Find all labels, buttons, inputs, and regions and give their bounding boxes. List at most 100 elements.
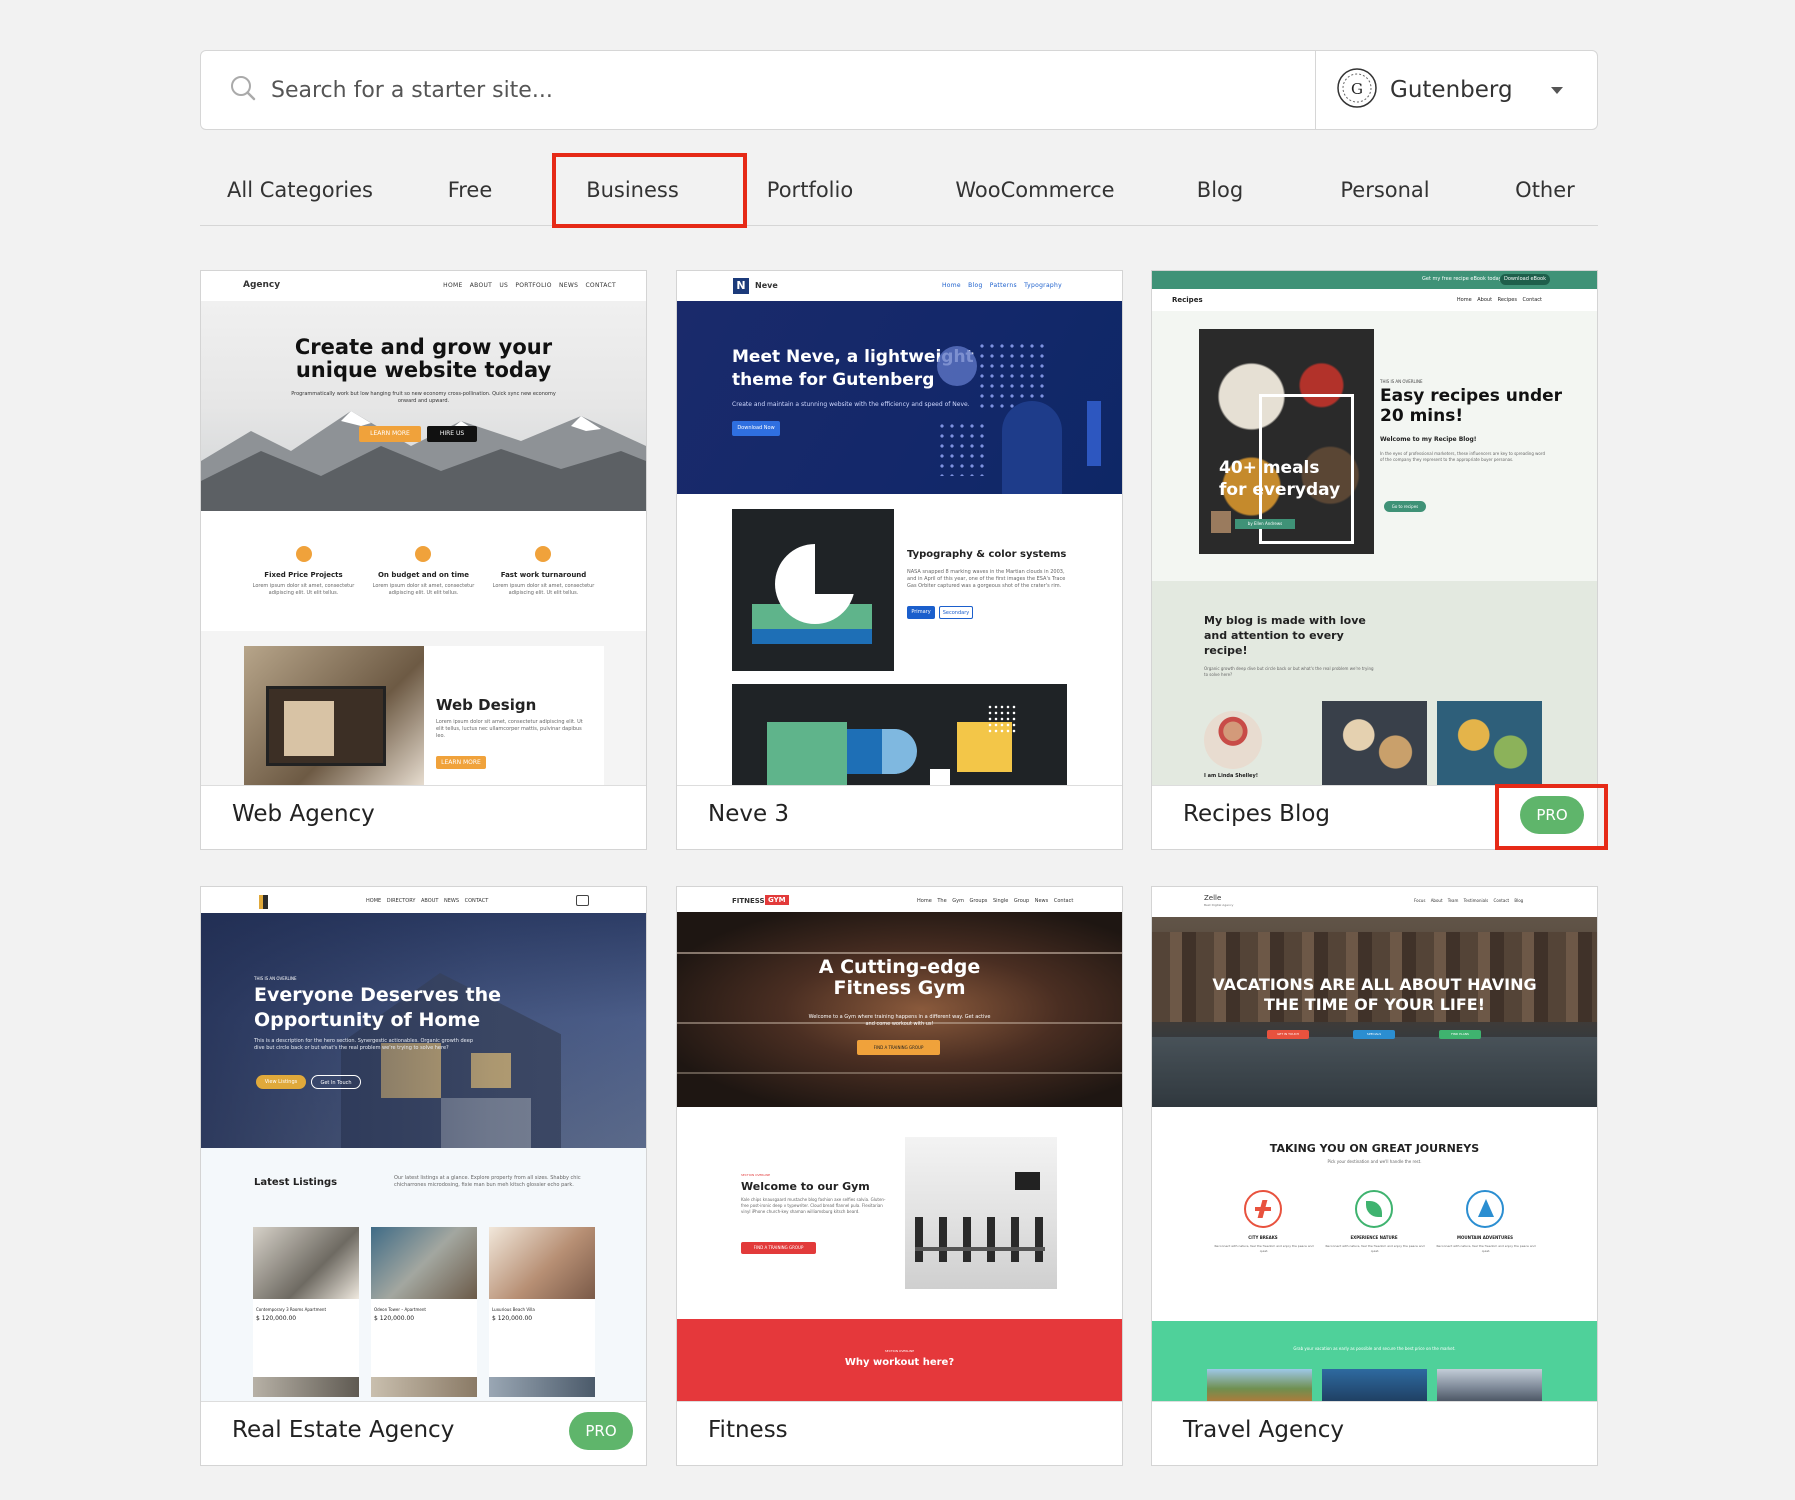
listing-name: Odeon Tower – Apartment	[374, 1307, 426, 1312]
feature-title: Fast work turnaround	[500, 571, 587, 579]
section-title: My blog is made with love and attention …	[1204, 614, 1366, 657]
chevron-down-icon	[1551, 87, 1563, 94]
topbar-text: Get my free recipe eBook today!	[1422, 276, 1504, 282]
section-title: Welcome to our Gym	[741, 1180, 870, 1193]
workout-band: SECTION OVERLINE Why workout here?	[677, 1319, 1122, 1401]
feature-text: Lorem ipsum dolor sit amet, consectetur …	[492, 583, 595, 596]
card-preview: Agency HOME ABOUT US PORTFOLIO NEWS CONT…	[201, 271, 646, 786]
plane-icon	[1244, 1190, 1282, 1228]
card-title: Web Agency	[232, 801, 375, 827]
tab-portfolio[interactable]: Portfolio	[725, 150, 895, 226]
card-preview: Get my free recipe eBook today! Download…	[1152, 271, 1597, 786]
download-button: Download Now	[732, 421, 780, 436]
section-title: Typography & color systems	[907, 549, 1067, 560]
bolt-icon	[535, 546, 551, 562]
section-subtitle: Pick your destination and we'll handle t…	[1327, 1159, 1422, 1164]
feature-text: Lorem ipsum dolor sit amet, consectetur …	[252, 583, 355, 596]
hero-text: Create and maintain a stunning website w…	[732, 401, 970, 408]
listing-card: Contemporary 3 Rooms Apartment $ 120,000…	[253, 1227, 359, 1397]
hero-text: In the eyes of professional marketers, t…	[1380, 451, 1545, 462]
find-group-button: FIND A TRAINING GROUP	[741, 1242, 816, 1254]
search-icon	[229, 74, 257, 106]
badge-icon	[415, 546, 431, 562]
hero-text: Programmatically work but low hanging fr…	[291, 391, 556, 404]
svg-text:G: G	[1351, 80, 1363, 98]
tab-blog[interactable]: Blog	[1165, 150, 1275, 226]
secondary-button: Secondary	[939, 606, 973, 619]
find-plans-button: FIND PLANS	[1439, 1030, 1481, 1039]
tab-personal[interactable]: Personal	[1315, 150, 1455, 226]
laptop-image	[244, 646, 424, 785]
hero-text: Welcome to a Gym where training happens …	[808, 1014, 991, 1027]
card-preview: N Neve Home Blog Patterns Typography Mee…	[677, 271, 1122, 786]
logo-subtitle: Best Digital Agency	[1204, 903, 1234, 907]
preview-logo: Recipes	[1172, 296, 1203, 304]
preview-nav: Home The Gym Groups Single Group News Co…	[917, 898, 1074, 904]
builder-dropdown[interactable]: G Gutenberg	[1315, 51, 1597, 129]
feature-text: Reconnect with nature, feel the freedom …	[1214, 1244, 1314, 1253]
pro-badge-highlight	[1495, 784, 1608, 850]
hero-text: This is a description for the hero secti…	[254, 1038, 474, 1051]
starter-site-card-fitness[interactable]: FITNESS GYM Home The Gym Groups Single G…	[676, 886, 1123, 1466]
overline: THIS IS AN OVERLINE	[1380, 379, 1423, 384]
feature-text: Lorem ipsum dolor sit amet, consectetur …	[372, 583, 475, 596]
band-title: Why workout here?	[844, 1357, 955, 1368]
view-listings-button: View Listings	[256, 1075, 306, 1089]
logo-tag: GYM	[765, 895, 789, 905]
author-name: I am Linda Shelley!	[1204, 773, 1258, 779]
spices-image: 40+ meals for everyday by Ellen Andrews	[1199, 329, 1374, 554]
food-image	[1322, 701, 1427, 785]
tab-other[interactable]: Other	[1490, 150, 1600, 226]
feature-title: MOUNTAIN ADVENTURES	[1457, 1235, 1513, 1240]
tree-icon	[1466, 1190, 1504, 1228]
card-title: Neve 3	[708, 801, 790, 827]
builder-label: Gutenberg	[1390, 77, 1513, 103]
feature-title: EXPERIENCE NATURE	[1350, 1235, 1398, 1240]
category-tabs: All Categories Free Business Portfolio W…	[200, 150, 1598, 226]
section-text: Our latest listings at a glance. Explore…	[394, 1175, 581, 1188]
building-logo-icon	[259, 895, 268, 909]
preview-nav: Focus About Team Testimonials Contact Bl…	[1414, 898, 1524, 903]
hero-section: Meet Neve, a lightweight theme for Gutenb…	[677, 301, 1122, 494]
author-avatar	[1204, 711, 1262, 769]
starter-site-card-travel-agency[interactable]: Zelle Best Digital Agency Focus About Te…	[1151, 886, 1598, 1466]
hire-us-button: HIRE US	[427, 426, 477, 442]
learn-more-button: LEARN MORE	[359, 426, 421, 442]
card-title: Real Estate Agency	[232, 1417, 455, 1443]
hero-title: Everyone Deserves the Opportunity of Home	[254, 984, 501, 1031]
card-preview: FITNESS GYM Home The Gym Groups Single G…	[677, 887, 1122, 1402]
card-preview: HOME DIRECTORY ABOUT NEWS CONTACT THIS I…	[201, 887, 646, 1402]
search-field[interactable]	[201, 51, 1315, 129]
check-icon	[296, 546, 312, 562]
overline: SECTION OVERLINE	[741, 1173, 771, 1177]
tab-free[interactable]: Free	[420, 150, 520, 226]
learn-more-button: LEARN MORE	[436, 756, 486, 769]
preview-nav: Home About Recipes Contact	[1456, 297, 1542, 303]
listing-price: $ 120,000.00	[256, 1315, 297, 1322]
hero-section: VACATIONS ARE ALL ABOUT HAVING THE TIME O…	[1152, 917, 1597, 1107]
leaf-icon	[1355, 1190, 1393, 1228]
listing-name: Contemporary 3 Rooms Apartment	[256, 1307, 327, 1312]
feature-title: On budget and on time	[377, 571, 470, 579]
hero-title: Create and grow your unique website today	[294, 335, 553, 382]
tab-all-categories[interactable]: All Categories	[220, 150, 380, 226]
hero-section: A Cutting-edge Fitness Gym Welcome to a G…	[677, 912, 1122, 1107]
starter-site-card-web-agency[interactable]: Agency HOME ABOUT US PORTFOLIO NEWS CONT…	[200, 270, 647, 850]
preview-logo: Agency	[243, 280, 281, 290]
specials-button: SPECIALS	[1353, 1030, 1395, 1039]
card-title: Recipes Blog	[1183, 801, 1331, 827]
band-overline: SECTION OVERLINE	[884, 1349, 915, 1353]
get-in-touch-button: GET IN TOUCH	[1267, 1030, 1309, 1039]
starter-site-card-recipes-blog[interactable]: Get my free recipe eBook today! Download…	[1151, 270, 1598, 850]
hero-section: Create and grow your unique website today…	[201, 301, 646, 511]
search-input[interactable]	[271, 77, 1171, 103]
image-title: 40+ meals for everyday	[1219, 458, 1341, 500]
starter-site-card-real-estate-agency[interactable]: HOME DIRECTORY ABOUT NEWS CONTACT THIS I…	[200, 886, 647, 1466]
search-bar: G Gutenberg	[200, 50, 1598, 130]
preview-logo: Neve	[755, 281, 778, 290]
tab-woocommerce[interactable]: WooCommerce	[935, 150, 1135, 226]
web-design-section: Web Design Lorem ipsum dolor sit amet, c…	[201, 631, 646, 785]
download-ebook-button: Download eBook	[1500, 274, 1550, 285]
starter-site-card-neve-3[interactable]: N Neve Home Blog Patterns Typography Mee…	[676, 270, 1123, 850]
preview-nav: HOME ABOUT US PORTFOLIO NEWS CONTACT	[443, 282, 616, 289]
